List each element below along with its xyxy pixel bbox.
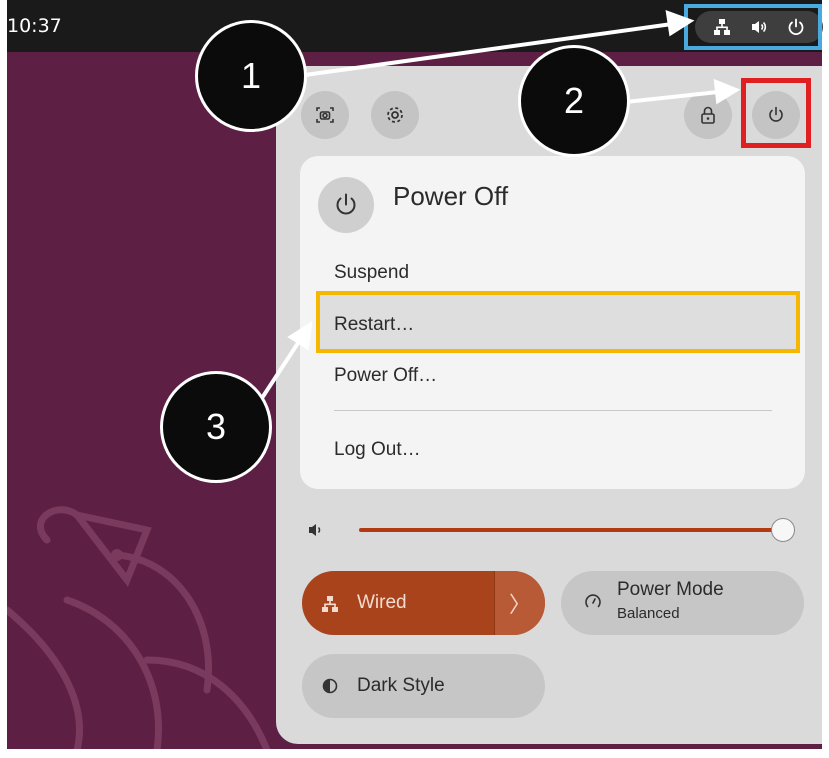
volume-slider-knob[interactable] [771,518,795,542]
dark-style-icon [322,678,338,694]
wallpaper-mascot-art [7,506,271,749]
volume-icon [309,524,321,536]
callout-3: 3 [160,371,272,483]
menu-divider [334,410,772,411]
screenshot-button[interactable] [301,91,349,139]
power-icon [336,193,356,215]
power-mode-gauge-icon [585,594,601,608]
wired-label: Wired [357,592,407,613]
power-mode-subtitle: Balanced [617,605,680,622]
tray-highlight-box [684,4,822,50]
power-menu-header-icon [318,177,374,233]
callout-2: 2 [518,45,630,157]
settings-gear-icon [387,107,403,123]
lock-button[interactable] [684,91,732,139]
menu-item-suspend[interactable]: Suspend [334,262,409,284]
power-menu-title: Power Off [393,181,509,211]
power-button-highlight-box [741,78,811,148]
clock[interactable]: 10:37 [7,0,62,52]
chevron-right-icon: 〉 [508,593,531,618]
menu-item-power-off[interactable]: Power Off… [334,365,437,387]
dark-style-label: Dark Style [357,675,445,696]
lock-icon [701,106,715,124]
restart-highlight-box [316,291,800,353]
volume-slider-track[interactable] [359,528,783,532]
network-wired-icon [322,596,338,612]
screenshot-icon [316,107,334,123]
settings-button[interactable] [371,91,419,139]
menu-item-log-out[interactable]: Log Out… [334,439,421,461]
callout-1: 1 [195,20,307,132]
power-mode-title: Power Mode [617,579,724,600]
